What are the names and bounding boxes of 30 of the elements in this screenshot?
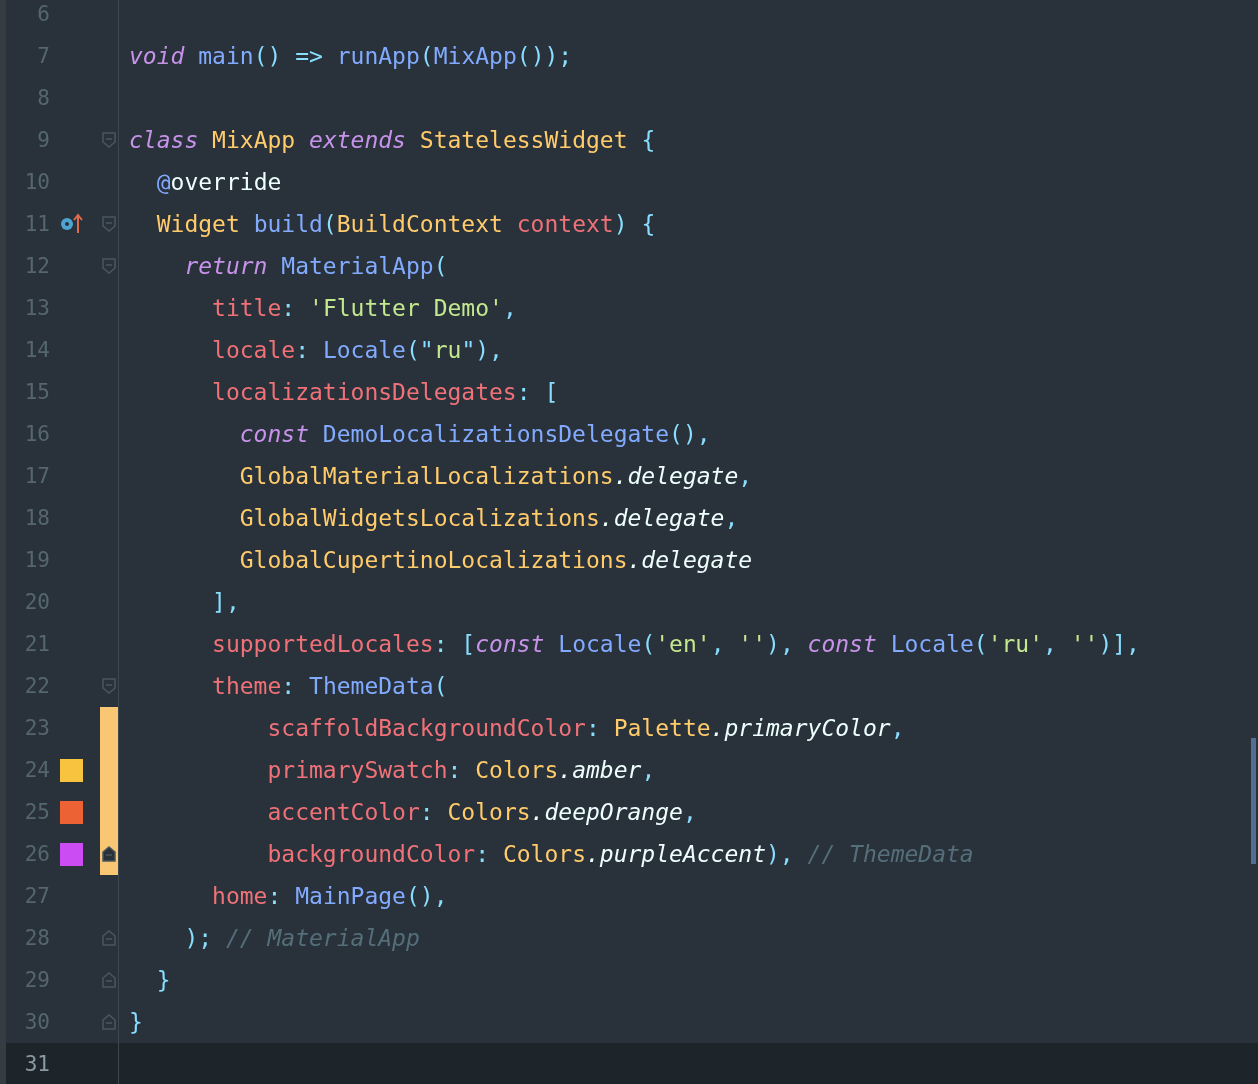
color-swatch[interactable] xyxy=(60,800,83,824)
code-line: scaffoldBackgroundColor: Palette.primaryColor, xyxy=(266,715,905,741)
code-line: supportedLocales: [const Locale('en', ''), const Locale('ru', '')], xyxy=(211,631,1140,657)
override-icon[interactable] xyxy=(60,212,84,236)
color-swatch[interactable] xyxy=(60,758,83,782)
line-number: 31 xyxy=(23,1052,50,1076)
code-line: } xyxy=(128,1009,143,1035)
code-line: localizationsDelegates: [ xyxy=(211,379,559,405)
code-line: void main() => runApp(MixApp()); xyxy=(128,43,573,69)
code-line: backgroundColor: Colors.purpleAccent), // ThemeData xyxy=(266,841,974,867)
code-line: return MaterialApp( xyxy=(183,253,448,279)
code-line: GlobalCupertinoLocalizations.delegate xyxy=(238,547,753,573)
code-line: home: MainPage(), xyxy=(211,883,448,909)
code-line: accentColor: Colors.deepOrange, xyxy=(266,799,697,825)
code-line: GlobalWidgetsLocalizations.delegate, xyxy=(238,505,739,531)
code-line: primarySwatch: Colors.amber, xyxy=(266,757,656,783)
code-line: GlobalMaterialLocalizations.delegate, xyxy=(238,463,753,489)
code-line: class MixApp extends StatelessWidget { xyxy=(128,127,656,153)
code-line: Widget build(BuildContext context) { xyxy=(155,211,656,237)
color-swatch[interactable] xyxy=(60,842,83,866)
code-line: title: 'Flutter Demo', xyxy=(211,295,517,321)
code-line: locale: Locale("ru"), xyxy=(211,337,503,363)
code-line: const DemoLocalizationsDelegate(), xyxy=(238,421,711,447)
fold-icon[interactable] xyxy=(102,846,116,862)
code-line: ); // MaterialApp xyxy=(183,925,420,951)
code-line: ], xyxy=(211,589,240,615)
code-line: @override xyxy=(155,169,282,195)
code-line: theme: ThemeData( xyxy=(211,673,448,699)
code-line: } xyxy=(155,967,171,993)
scrollbar-thumb[interactable] xyxy=(1251,738,1256,864)
